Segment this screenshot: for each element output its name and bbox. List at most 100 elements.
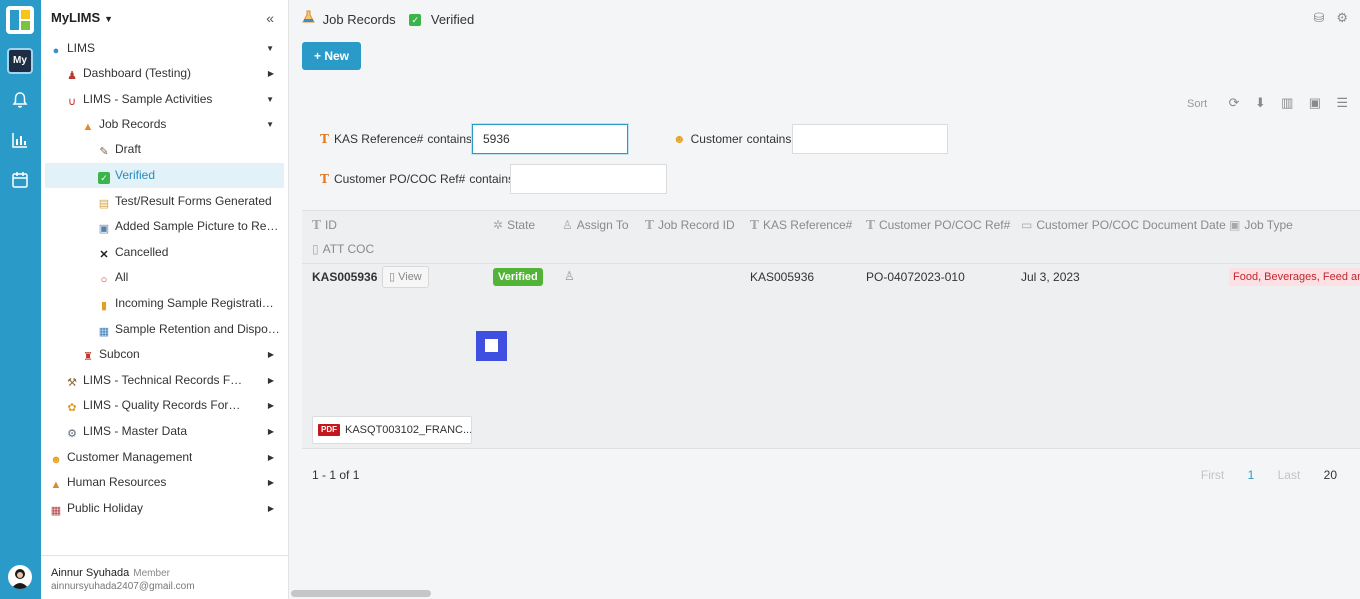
text-field-icon: T bbox=[750, 218, 759, 232]
chevron-right-icon: ▶ bbox=[267, 453, 274, 462]
column-header-state[interactable]: ✲ State bbox=[493, 218, 535, 232]
collapse-sidebar-icon[interactable]: « bbox=[266, 10, 274, 26]
last-page-button[interactable]: Last bbox=[1278, 468, 1301, 482]
globe-icon: ● bbox=[52, 45, 60, 57]
checklist-icon[interactable]: ☰ bbox=[1336, 95, 1348, 111]
kas-reference-filter-input[interactable] bbox=[472, 124, 628, 154]
assign-user-icon[interactable]: ♙ bbox=[564, 269, 575, 283]
column-header-job-record-id[interactable]: T Job Record ID bbox=[645, 218, 735, 232]
sidebar-item-master-data[interactable]: ⚙ LIMS - Master Data ▶ bbox=[45, 419, 284, 444]
sunflower-icon: ✿ bbox=[67, 402, 77, 414]
breadcrumb-job-records[interactable]: Job Records bbox=[323, 12, 396, 27]
chevron-right-icon: ▶ bbox=[267, 350, 274, 359]
bar-chart-icon[interactable] bbox=[10, 130, 30, 150]
chevron-down-icon: ▼ bbox=[266, 120, 274, 129]
current-page[interactable]: 1 bbox=[1248, 468, 1255, 482]
app-switcher[interactable]: MyLIMS ▼ bbox=[51, 10, 113, 25]
sidebar-item-sample-activities[interactable]: ∪ LIMS - Sample Activities ▼ bbox=[45, 87, 284, 112]
user-profile[interactable]: Ainnur Syuhada Member ainnursyuhada2407@g… bbox=[41, 555, 288, 599]
user-icon: ♙ bbox=[562, 218, 573, 232]
sidebar-item-cancelled[interactable]: ✕ Cancelled bbox=[45, 240, 284, 265]
calendar-view-icon[interactable]: ▣ bbox=[1309, 95, 1321, 111]
dashboard-icon: ♟ bbox=[67, 70, 77, 82]
column-header-job-type[interactable]: ▣ Job Type bbox=[1229, 218, 1293, 232]
my-workspace-button[interactable]: My bbox=[7, 48, 33, 74]
user-avatar[interactable] bbox=[8, 565, 32, 589]
first-page-button[interactable]: First bbox=[1201, 468, 1224, 482]
chevron-down-icon: ▼ bbox=[266, 44, 274, 53]
sidebar-item-sample-picture[interactable]: ▣ Added Sample Picture to Report bbox=[45, 214, 284, 239]
new-button[interactable]: + New bbox=[302, 42, 361, 70]
column-header-po-ref[interactable]: T Customer PO/COC Ref# bbox=[866, 218, 1010, 232]
customer-filter-input[interactable] bbox=[792, 124, 948, 154]
gear-icon: ⚙ bbox=[67, 428, 77, 440]
records-panel: Sort ⟳ ⬇ ▥ ▣ ☰ TKAS Reference#contains ☻… bbox=[302, 78, 1360, 599]
sidebar: MyLIMS ▼ « ● LIMS ▼ ♟ Dashboard (Testing) ▶ ∪… bbox=[41, 0, 289, 599]
column-header-att-coc[interactable]: ▯ ATT COC bbox=[312, 242, 374, 256]
refresh-icon[interactable]: ⟳ bbox=[1229, 95, 1240, 111]
sidebar-item-incoming-log[interactable]: ▮Incoming Sample Registration Log bbox=[45, 291, 284, 316]
sidebar-item-draft[interactable]: ✎ Draft bbox=[45, 137, 284, 162]
settings-icon[interactable]: ⚙ bbox=[1336, 10, 1348, 25]
flask-icon bbox=[302, 10, 315, 23]
customer-icon: ☻ bbox=[673, 132, 686, 146]
chevron-right-icon: ▶ bbox=[267, 401, 274, 410]
chevron-right-icon: ▶ bbox=[267, 504, 274, 513]
ledger-icon: ▮ bbox=[100, 300, 108, 312]
sidebar-item-retention-log[interactable]: ▦Sample Retention and Disposal Log bbox=[45, 317, 284, 342]
app-logo[interactable] bbox=[6, 6, 34, 34]
sitemap-icon[interactable]: ⛁ bbox=[1313, 10, 1324, 25]
column-header-kas-reference[interactable]: T KAS Reference# bbox=[750, 218, 852, 232]
sidebar-item-subcon[interactable]: ♜ Subcon ▶ bbox=[45, 342, 284, 367]
user-email: ainnursyuhada2407@gmail.com bbox=[51, 581, 195, 592]
chevron-right-icon: ▶ bbox=[267, 478, 274, 487]
sidebar-item-qrf[interactable]: ✿LIMS - Quality Records Form (QRF)▶ bbox=[45, 393, 284, 418]
calendar-icon[interactable] bbox=[10, 170, 30, 190]
horizontal-scrollbar[interactable] bbox=[291, 590, 431, 597]
text-field-icon: T bbox=[320, 132, 329, 146]
list-toolbar: Sort ⟳ ⬇ ▥ ▣ ☰ bbox=[1187, 95, 1348, 111]
text-field-icon: T bbox=[320, 172, 329, 186]
sidebar-item-customer-management[interactable]: ☻ Customer Management ▶ bbox=[45, 445, 284, 470]
sidebar-item-dashboard[interactable]: ♟ Dashboard (Testing) ▶ bbox=[45, 61, 284, 86]
file-icon: ▯ bbox=[312, 242, 319, 256]
row-select-checkbox[interactable] bbox=[476, 331, 507, 361]
sidebar-item-human-resources[interactable]: ▲ Human Resources ▶ bbox=[45, 470, 284, 495]
sidebar-item-job-records[interactable]: ▲ Job Records ▼ bbox=[45, 112, 284, 137]
chevron-down-icon: ▼ bbox=[266, 95, 274, 104]
sidebar-item-all[interactable]: ○ All bbox=[45, 265, 284, 290]
draft-icon: ✎ bbox=[99, 146, 109, 158]
records-table: T ID ✲ State ♙ Assign To T Job Record ID T KA… bbox=[302, 210, 1360, 449]
calendar-icon: ▦ bbox=[50, 505, 62, 517]
export-icon[interactable]: ⬇ bbox=[1255, 95, 1266, 111]
breadcrumb: Job Records ✓ Verified bbox=[302, 10, 474, 27]
sidebar-item-lims[interactable]: ● LIMS ▼ bbox=[45, 36, 284, 61]
report-icon[interactable]: ▥ bbox=[1281, 95, 1293, 111]
page-size-select[interactable]: 20 bbox=[1324, 468, 1337, 482]
column-header-id[interactable]: T ID bbox=[312, 218, 337, 232]
sort-button[interactable]: Sort bbox=[1187, 98, 1207, 110]
filter-customer-label: ☻ Customer contains bbox=[673, 132, 792, 146]
sidebar-item-trf[interactable]: ⚒LIMS - Technical Records Form (TRF)▶ bbox=[45, 368, 284, 393]
breadcrumb-verified: Verified bbox=[430, 12, 475, 28]
sidebar-item-public-holiday[interactable]: ▦ Public Holiday ▶ bbox=[45, 496, 284, 521]
sidebar-item-forms-generated[interactable]: ▤ Test/Result Forms Generated bbox=[45, 189, 284, 214]
text-field-icon: T bbox=[866, 218, 875, 232]
app-rail: My bbox=[0, 0, 41, 599]
chevron-right-icon: ▶ bbox=[267, 376, 274, 385]
tools-icon: ⚒ bbox=[67, 377, 77, 389]
column-header-doc-date[interactable]: ▭ Customer PO/COC Document Date bbox=[1021, 218, 1226, 232]
check-icon: ✓ bbox=[98, 172, 110, 184]
att-coc-attachment[interactable]: PDF KASQT003102_FRANC... bbox=[312, 416, 472, 444]
smiley-icon: ☻ bbox=[50, 454, 62, 466]
flask-icon: ▲ bbox=[82, 121, 94, 133]
po-ref-filter-input[interactable] bbox=[510, 164, 667, 194]
view-button[interactable]: ▯ View bbox=[382, 266, 429, 288]
bell-icon[interactable] bbox=[10, 90, 30, 110]
x-icon: ✕ bbox=[99, 249, 109, 261]
column-header-assign-to[interactable]: ♙ Assign To bbox=[562, 218, 629, 232]
sidebar-item-verified[interactable]: ✓ Verified bbox=[45, 163, 284, 188]
document-icon: ▯ bbox=[389, 271, 399, 283]
stamp-icon: ♜ bbox=[83, 351, 93, 363]
text-field-icon: T bbox=[645, 218, 654, 232]
